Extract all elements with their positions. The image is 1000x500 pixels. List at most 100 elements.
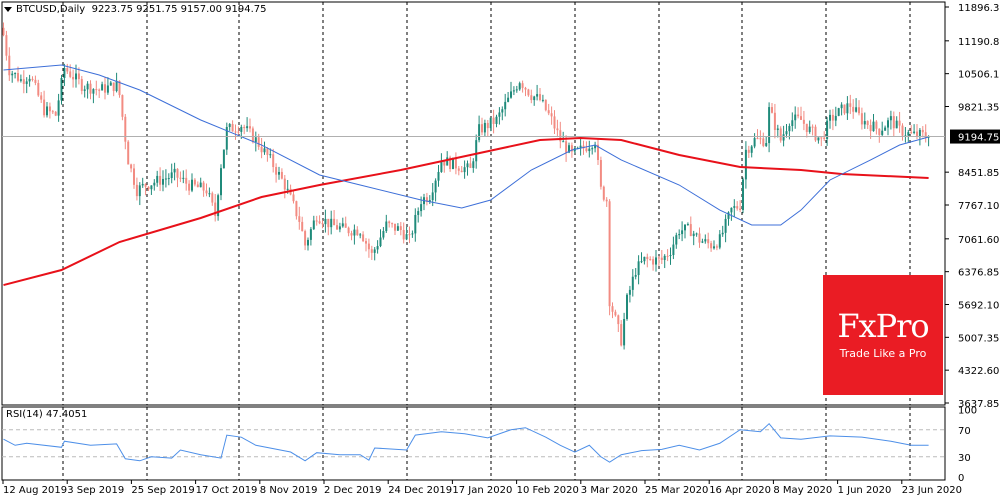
rsi-label: RSI(14) 47.4051 [6, 409, 88, 420]
candle-body [394, 223, 396, 231]
candle-body [301, 221, 304, 232]
candle-body [710, 243, 713, 249]
candle-body [469, 163, 472, 168]
candle-body [417, 211, 420, 215]
candle-body [916, 131, 918, 137]
candle-body [17, 73, 19, 81]
dropdown-triangle-icon[interactable] [4, 6, 12, 12]
candle-body [907, 132, 910, 136]
rsi-tick-label: 100 [958, 406, 977, 417]
candle-body [376, 246, 379, 250]
candle-body [817, 137, 820, 141]
candle-body [684, 224, 686, 231]
candle-body [31, 78, 34, 80]
candle-body [602, 186, 605, 200]
candle-body [678, 234, 681, 236]
candle-body [855, 107, 858, 112]
candle-body [280, 171, 283, 179]
candle-body [736, 206, 739, 209]
candle-body [176, 168, 179, 178]
candle-body [135, 184, 138, 197]
candle-body [831, 114, 834, 121]
candle-body [37, 82, 40, 96]
candle-body [51, 111, 54, 113]
candle-body [72, 76, 75, 80]
candle-body [434, 180, 437, 193]
candle-body [489, 117, 492, 129]
candle-body [858, 107, 860, 114]
candle-body [875, 121, 878, 129]
candle-body [501, 109, 504, 113]
candle-body [713, 246, 715, 249]
candle-body [614, 311, 617, 316]
candle-body [675, 235, 678, 245]
candle-body [724, 218, 727, 233]
candle-body [652, 259, 655, 265]
candle-body [515, 89, 518, 91]
candle-body [637, 261, 640, 276]
candle-body [63, 68, 66, 78]
x-tick-label: 25 Sep 2019 [131, 485, 194, 496]
candle-body [478, 124, 481, 141]
candle-body [167, 178, 170, 180]
candle-body [150, 185, 153, 190]
candle-body [887, 120, 889, 128]
y-tick-label: 4322.60 [958, 366, 999, 377]
candle-body [892, 116, 895, 129]
candle-body [411, 233, 414, 235]
candle-body [663, 255, 666, 260]
candle-body [22, 79, 25, 84]
candle-body [164, 178, 167, 180]
candle-body [872, 121, 875, 132]
candle-body [243, 126, 246, 129]
x-tick-label: 8 Nov 2019 [260, 485, 318, 496]
candle-body [98, 89, 101, 91]
candle-body [275, 167, 278, 175]
symbol-label: BTCUSD,Daily [16, 4, 86, 15]
candle-body [475, 140, 478, 162]
candle-body [144, 183, 147, 187]
candle-body [382, 231, 385, 238]
candle-body [193, 179, 196, 185]
candle-body [101, 84, 104, 91]
candle-body [660, 257, 663, 260]
main-pane-frame [1, 1, 946, 406]
candle-body [80, 79, 83, 91]
candle-body [231, 124, 234, 132]
rsi-tick-label: 0 [958, 473, 964, 484]
candle-body [611, 306, 614, 312]
candle-body [547, 110, 550, 114]
candle-body [715, 246, 718, 248]
candle-body [414, 214, 417, 234]
candle-body [48, 106, 51, 112]
candle-body [249, 126, 251, 129]
candle-body [913, 131, 916, 133]
candle-body [191, 179, 193, 191]
candle-body [170, 172, 173, 179]
candle-body [211, 193, 214, 203]
candle-body [553, 116, 556, 129]
candle-body [367, 243, 370, 250]
candle-body [791, 120, 794, 126]
candle-body [762, 138, 765, 146]
candle-body [837, 108, 840, 116]
candle-body [605, 199, 608, 202]
candle-body [437, 171, 440, 181]
candle-body [237, 131, 240, 133]
candle-body [272, 154, 275, 168]
candle-body [692, 233, 695, 237]
candle-body [739, 208, 742, 210]
candle-body [333, 218, 336, 226]
candle-body [359, 234, 362, 236]
candle-body [507, 97, 510, 102]
candle-body [257, 137, 260, 147]
candle-body [162, 178, 164, 185]
x-tick-label: 23 Jun 2020 [902, 485, 962, 496]
candle-body [46, 106, 48, 116]
candle-body [634, 275, 637, 277]
candle-body [527, 89, 530, 96]
candle-body [840, 104, 843, 109]
candle-body [646, 256, 649, 260]
candle-body [127, 141, 130, 165]
candle-body [829, 114, 831, 121]
